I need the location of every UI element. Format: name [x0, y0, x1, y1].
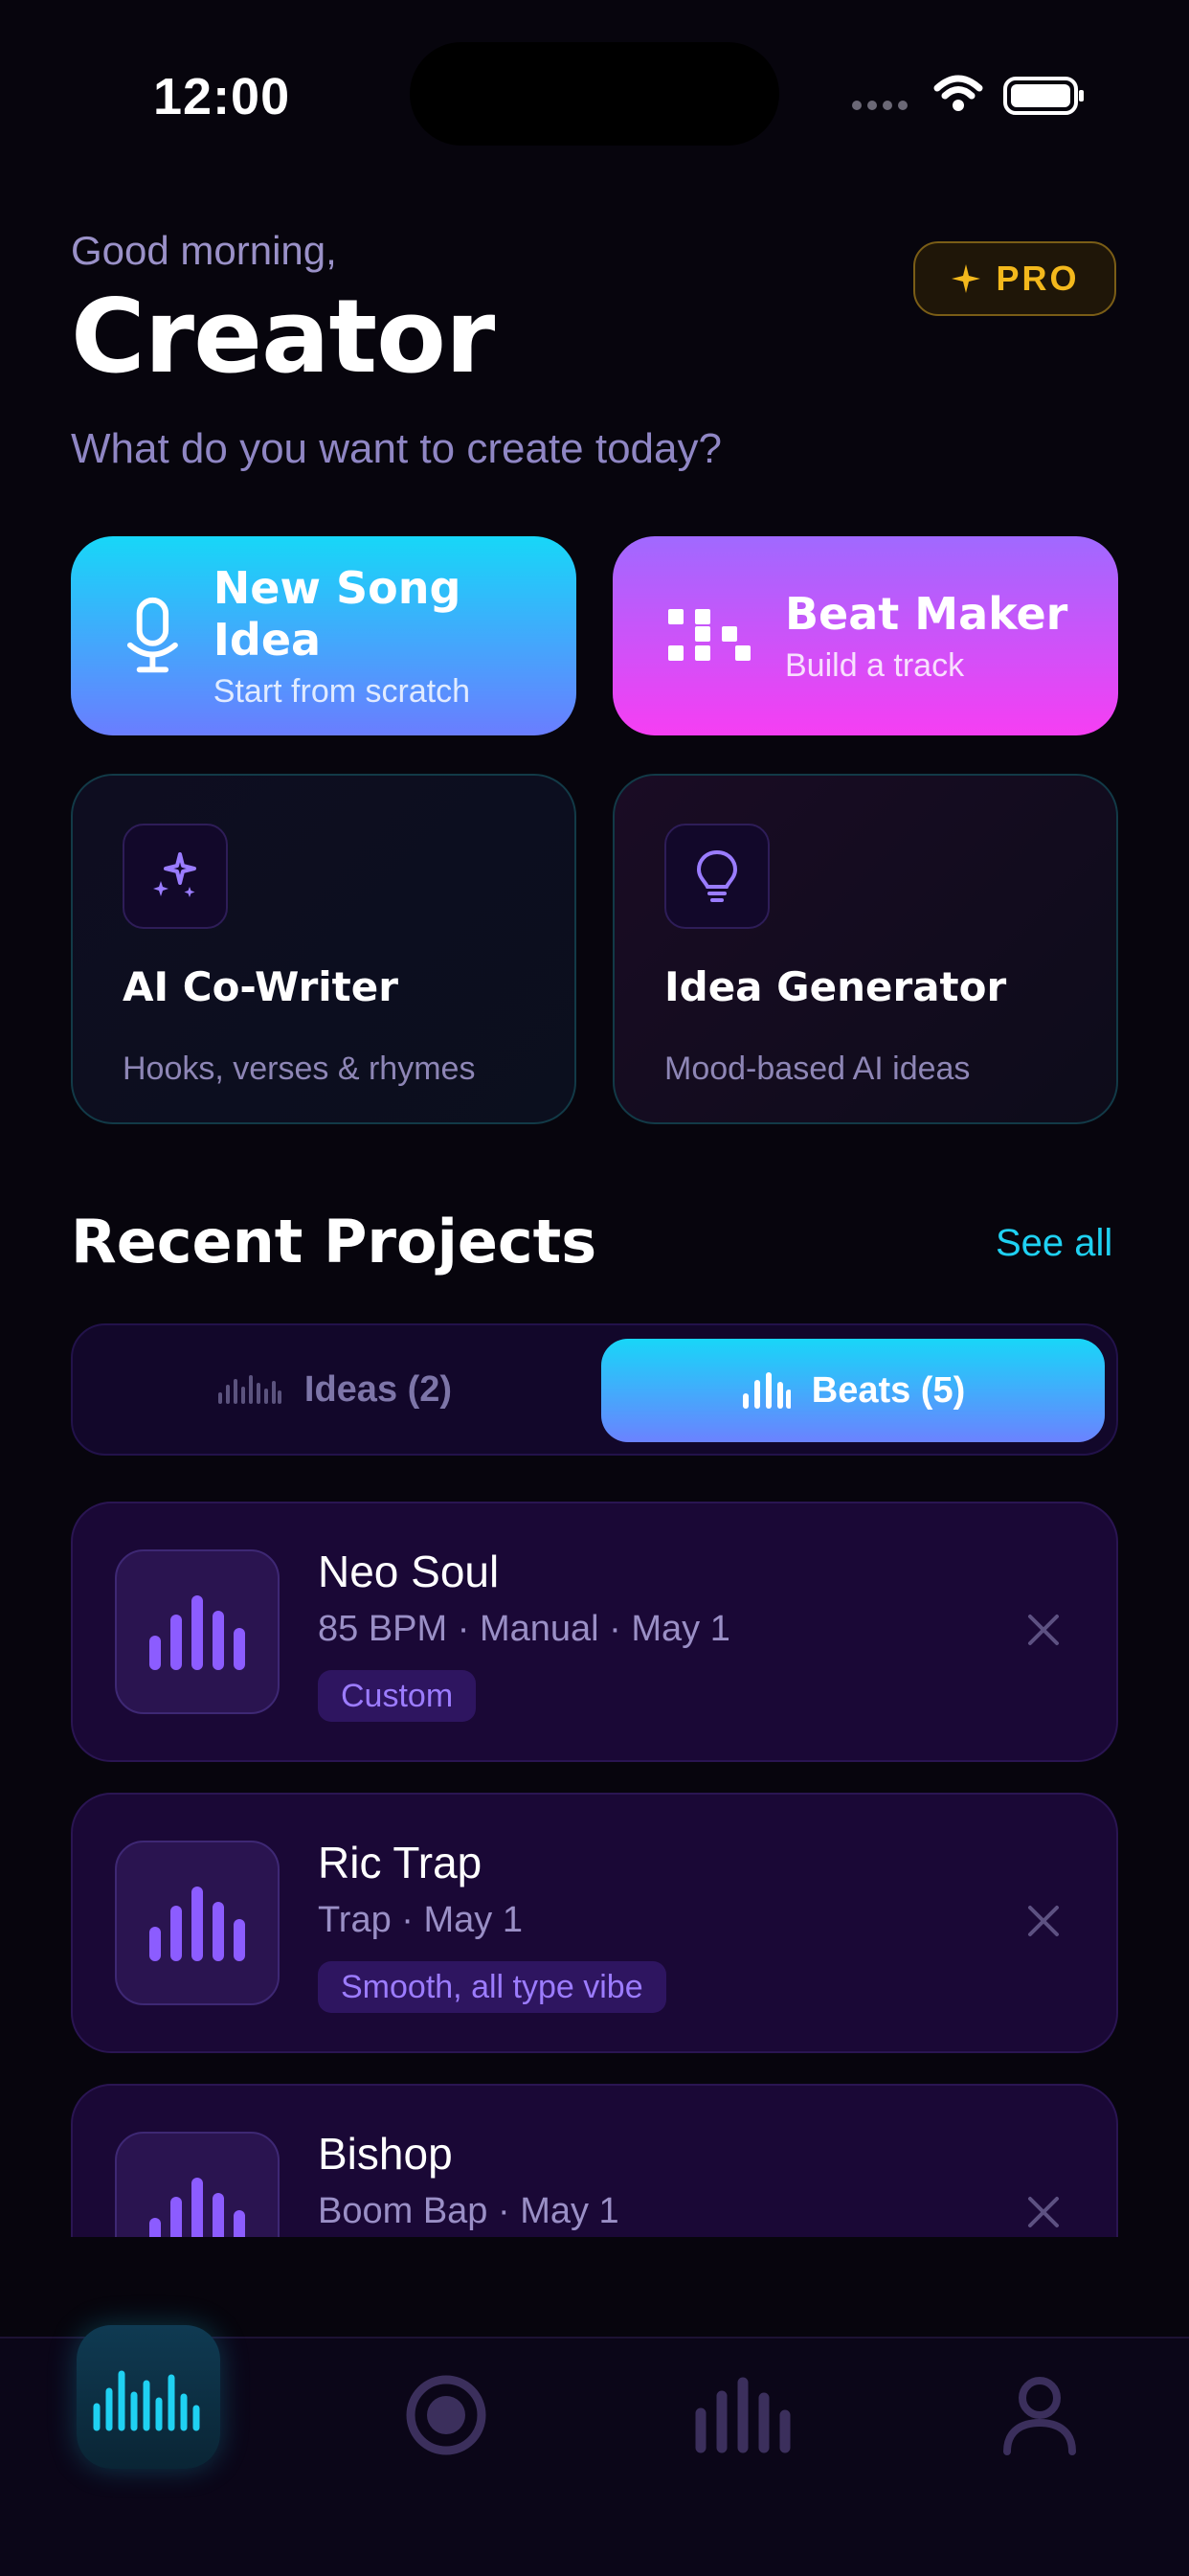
delete-close-icon[interactable]: [1024, 1611, 1063, 1649]
tool-subtitle: Mood-based AI ideas: [664, 1051, 971, 1087]
cellular-signal-icon: [852, 98, 913, 115]
beat-maker-button[interactable]: Beat Maker Build a track: [613, 536, 1118, 735]
waveform-icon: [93, 2370, 200, 2431]
sparkle-icon: [952, 264, 981, 293]
new-song-idea-button[interactable]: New Song Idea Start from scratch: [71, 536, 576, 735]
user-icon: [1003, 2377, 1076, 2455]
delete-close-icon[interactable]: [1024, 2193, 1063, 2231]
bars-icon: [742, 1372, 791, 1409]
tab-label: Beats (5): [811, 1369, 966, 1411]
tool-title: AI Co-Writer: [123, 963, 398, 1010]
tool-icon-box: [664, 824, 770, 929]
pro-label: PRO: [996, 259, 1080, 298]
status-time: 12:00: [153, 68, 291, 125]
project-thumbnail: [115, 1841, 280, 2005]
project-tag: Custom: [318, 1670, 477, 1722]
tab-ideas[interactable]: Ideas (2): [73, 1325, 595, 1454]
tool-title: Idea Generator: [664, 963, 1007, 1010]
action-subtitle: Start from scratch: [213, 672, 471, 710]
microphone-icon: [126, 597, 178, 673]
sparkles-icon: [153, 852, 196, 897]
tab-label: Ideas (2): [303, 1368, 453, 1410]
project-meta: 85 BPM · Manual · May 1: [318, 1609, 730, 1649]
project-name: Neo Soul: [318, 1547, 500, 1596]
project-row[interactable]: Neo Soul 85 BPM · Manual · May 1 Custom: [71, 1502, 1118, 1762]
pro-badge-button[interactable]: PRO: [913, 241, 1116, 316]
page-subtitle: What do you want to create today?: [71, 425, 722, 472]
project-row[interactable]: Ric Trap Trap · May 1 Smooth, all type v…: [71, 1793, 1118, 2053]
tool-subtitle: Hooks, verses & rhymes: [123, 1051, 476, 1087]
bars-icon: [695, 2377, 791, 2453]
tab-beats-nav[interactable]: [685, 2358, 800, 2473]
lightbulb-icon: [696, 849, 738, 902]
section-title: Recent Projects: [71, 1207, 597, 1277]
project-name: Bishop: [318, 2129, 453, 2179]
tab-beats[interactable]: Beats (5): [601, 1339, 1105, 1442]
action-subtitle: Build a track: [785, 646, 965, 684]
wifi-icon: [933, 75, 983, 111]
record-icon: [406, 2375, 486, 2455]
projects-list: Neo Soul 85 BPM · Manual · May 1 Custom …: [71, 1502, 1118, 2237]
tab-home[interactable]: [77, 2325, 220, 2469]
project-name: Ric Trap: [318, 1838, 482, 1887]
bottom-tab-bar: [0, 2325, 1189, 2576]
dynamic-island: [410, 42, 779, 146]
equalizer-icon: [149, 1595, 245, 1670]
project-type-segmented-control: Ideas (2) Beats (5): [71, 1323, 1118, 1456]
action-title: New Song Idea: [213, 561, 461, 666]
project-thumbnail: [115, 2132, 280, 2237]
idea-generator-card[interactable]: Idea Generator Mood-based AI ideas: [613, 774, 1118, 1124]
beat-grid-icon: [668, 609, 751, 661]
tab-record[interactable]: [389, 2358, 504, 2473]
tool-icon-box: [123, 824, 228, 929]
battery-icon: [1003, 77, 1084, 115]
ai-co-writer-card[interactable]: AI Co-Writer Hooks, verses & rhymes: [71, 774, 576, 1124]
project-tag: Smooth, all type vibe: [318, 1961, 666, 2013]
project-meta: Trap · May 1: [318, 1900, 523, 1940]
waveform-icon: [217, 1375, 281, 1404]
page-title: Creator: [71, 278, 495, 395]
project-thumbnail: [115, 1549, 280, 1714]
project-row[interactable]: Bishop Boom Bap · May 1: [71, 2084, 1118, 2237]
greeting-text: Good morning,: [71, 228, 337, 273]
project-meta: Boom Bap · May 1: [318, 2191, 619, 2231]
action-title: Beat Maker: [785, 587, 1068, 640]
tab-profile[interactable]: [982, 2358, 1097, 2473]
see-all-link[interactable]: See all: [996, 1222, 1112, 1265]
delete-close-icon[interactable]: [1024, 1902, 1063, 1940]
equalizer-icon: [149, 1887, 245, 1961]
equalizer-icon: [149, 2178, 245, 2237]
